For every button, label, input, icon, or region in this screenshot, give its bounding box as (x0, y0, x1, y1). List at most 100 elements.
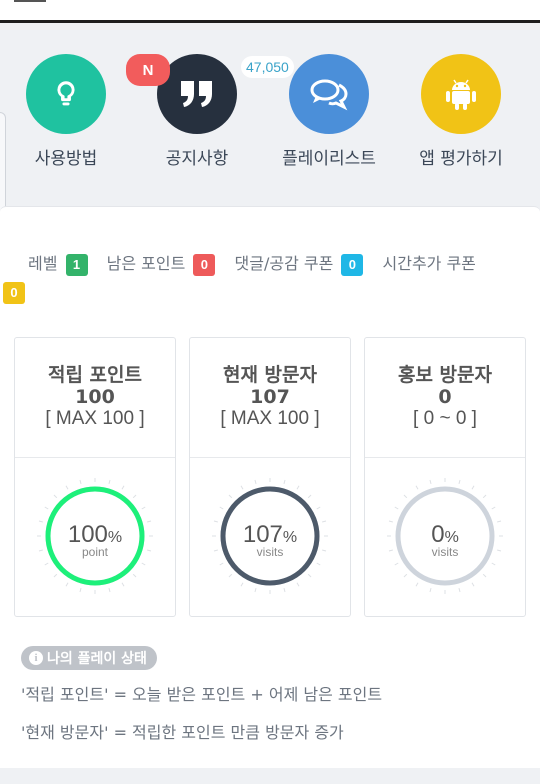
menu-icon[interactable] (14, 0, 46, 2)
comment-coupon-badge: 0 (341, 253, 364, 276)
gauge-tick (65, 582, 69, 587)
gauge-tick (254, 479, 257, 484)
level-label: 레벨 (28, 254, 58, 273)
menu-label: 사용방법 (34, 149, 98, 169)
card-header: 적립 포인트 100 [ MAX 100 ] (15, 338, 175, 458)
time-coupon-label: 시간추가 쿠폰 (382, 254, 476, 273)
gauge-cards: 적립 포인트 100 [ MAX 100 ] 100% point 현재 방문자 … (14, 337, 532, 617)
gauge-tick (228, 494, 233, 499)
current-visitors-card: 현재 방문자 107 [ MAX 100 ] 107% visits (189, 337, 351, 617)
gauge-tick (497, 520, 502, 523)
top-bar (0, 0, 540, 23)
gauge-tick (429, 479, 432, 484)
gauge-unit: visits (257, 545, 284, 559)
gauge-chart: 0%visits (387, 478, 503, 594)
gauge-tick (132, 573, 137, 578)
gauge-tick (482, 573, 487, 578)
gauge-tick (415, 582, 419, 587)
comment-coupon-label: 댓글/공감 쿠폰 (234, 254, 334, 273)
play-status-label: 나의 플레이 상태 (47, 651, 147, 667)
card-value: 107 (250, 386, 290, 408)
gauge-tick (132, 494, 137, 499)
lightbulb-icon (26, 54, 106, 134)
chat-bubbles-icon (289, 54, 369, 134)
gauge-percent: 107% (243, 521, 297, 548)
gauge-tick (458, 479, 461, 484)
card-range: [ MAX 100 ] (220, 408, 320, 429)
card-title: 적립 포인트 (47, 364, 142, 386)
status-panel: 레벨 1 남은 포인트 0 댓글/공감 쿠폰 0 시간추가 쿠폰 0 적립 포인… (0, 206, 540, 768)
menu-label: 공지사항 (165, 149, 229, 169)
card-range: [ MAX 100 ] (45, 408, 145, 429)
gauge-tick (219, 562, 224, 566)
gauge-tick (44, 562, 49, 566)
card-value: 100 (75, 386, 115, 408)
gauge-tick (471, 582, 475, 587)
gauge-tick (38, 549, 43, 552)
gauge-tick (213, 520, 218, 523)
level-stat: 레벨 1 (28, 247, 88, 281)
gauge-tick (213, 549, 218, 552)
info-icon: i (29, 651, 43, 665)
gauge-unit: point (82, 545, 109, 559)
gauge-tick (240, 485, 244, 490)
menu-item-how-to-use[interactable]: 사용방법 (6, 54, 126, 169)
points-label: 남은 포인트 (106, 254, 186, 273)
time-coupon-badge: 0 (3, 281, 25, 304)
gauge-percent: 0% (431, 521, 459, 548)
gauge-tick (219, 506, 224, 510)
gauge-tick (228, 573, 233, 578)
menu-label: 플레이리스트 (282, 149, 376, 169)
gauge-tick (147, 520, 152, 523)
gauge-tick (322, 520, 327, 523)
gauge-tick (388, 549, 393, 552)
gauge-tick (322, 549, 327, 552)
android-icon (421, 54, 501, 134)
menu-item-rate-app[interactable]: 앱 평가하기 (401, 54, 521, 169)
card-title: 현재 방문자 (222, 364, 317, 386)
gauge-percent: 100% (68, 521, 122, 548)
gauge-tick (388, 520, 393, 523)
gauge-chart: 100%point (37, 478, 153, 594)
gauge-tick (394, 562, 399, 566)
gauge-tick (296, 582, 300, 587)
gauge-chart: 107%visits (212, 478, 328, 594)
gauge-tick (307, 573, 312, 578)
user-stats: 레벨 1 남은 포인트 0 댓글/공감 쿠폰 0 시간추가 쿠폰 0 (3, 247, 528, 304)
gauge-tick (121, 485, 125, 490)
card-value: 0 (438, 386, 452, 408)
gauge-tick (307, 494, 312, 499)
gauge-tick (38, 520, 43, 523)
gauge-tick (316, 562, 321, 566)
gauge-tick (141, 506, 146, 510)
gauge-tick (403, 494, 408, 499)
gauge-tick (497, 549, 502, 552)
gauge-tick (79, 479, 82, 484)
gauge-tick (403, 573, 408, 578)
gauge-tick (429, 588, 432, 593)
gauge-tick (240, 582, 244, 587)
time-coupon-stat: 시간추가 쿠폰 (383, 247, 476, 281)
points-stat: 남은 포인트 0 (107, 247, 216, 281)
gauge-tick (121, 582, 125, 587)
card-title: 홍보 방문자 (397, 364, 492, 386)
gauge-tick (65, 485, 69, 490)
new-notice-badge: N (126, 54, 170, 86)
card-header: 현재 방문자 107 [ MAX 100 ] (190, 338, 350, 458)
gauge-tick (44, 506, 49, 510)
gauge-tick (79, 588, 82, 593)
gauge-tick (415, 485, 419, 490)
play-status-pill: i 나의 플레이 상태 (21, 646, 157, 670)
card-range: [ 0 ~ 0 ] (413, 408, 477, 429)
promo-visitors-card: 홍보 방문자 0 [ 0 ~ 0 ] 0% visits (364, 337, 526, 617)
card-header: 홍보 방문자 0 [ 0 ~ 0 ] (365, 338, 525, 458)
points-badge: 0 (193, 253, 216, 276)
gauge-tick (394, 506, 399, 510)
gauge-tick (283, 479, 286, 484)
time-coupon-value-row: 0 (0, 281, 514, 304)
gauge-tick (147, 549, 152, 552)
gauge-tick (53, 573, 58, 578)
main-menu: 사용방법 공지사항 플레이리스트 앱 평가하기 N 47,050 (0, 26, 540, 206)
gauge-tick (53, 494, 58, 499)
comment-coupon-stat: 댓글/공감 쿠폰 0 (235, 247, 364, 281)
